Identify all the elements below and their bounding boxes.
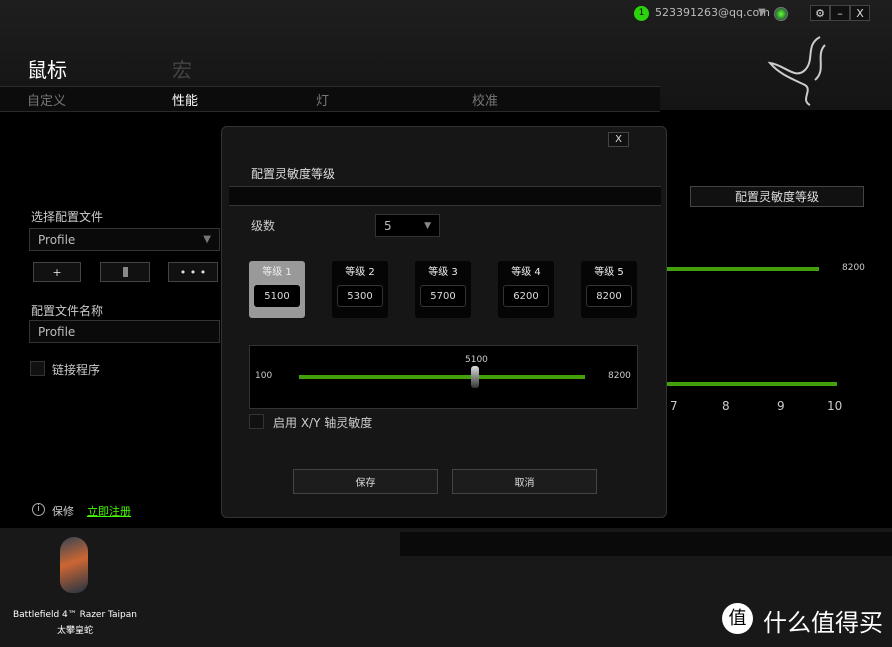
levels-select[interactable]: 5 ▼ xyxy=(375,214,440,237)
profile-name-label: 配置文件名称 xyxy=(31,304,104,318)
tick: 9 xyxy=(777,399,785,413)
level-value-input[interactable]: 8200 xyxy=(586,285,632,307)
account-email[interactable]: 523391263@qq.com xyxy=(655,6,770,19)
sensitivity-max: 8200 xyxy=(842,263,865,273)
profile-select-value: Profile xyxy=(38,232,76,247)
xy-sensitivity-label: 启用 X/Y 轴灵敏度 xyxy=(273,416,373,430)
more-button[interactable]: • • • xyxy=(168,262,218,282)
level-1[interactable]: 等级 1 5100 xyxy=(249,261,305,318)
device-bar-divider xyxy=(400,532,892,556)
levels-label: 级数 xyxy=(251,219,276,233)
level-label: 等级 4 xyxy=(511,267,541,278)
level-4[interactable]: 等级 4 6200 xyxy=(498,261,554,318)
profile-name-input[interactable]: Profile xyxy=(29,320,220,343)
save-button[interactable]: 保存 xyxy=(293,469,438,494)
tab-performance[interactable]: 性能 xyxy=(172,90,198,109)
mouse-image[interactable] xyxy=(60,537,88,593)
watermark-text: 什么值得买 xyxy=(763,609,883,637)
info-icon: i xyxy=(32,503,45,516)
profile-select[interactable]: Profile ▼ xyxy=(29,228,220,251)
level-3[interactable]: 等级 3 5700 xyxy=(415,261,471,318)
gear-icon[interactable]: ⚙ xyxy=(810,5,830,21)
tab-macro[interactable]: 宏 xyxy=(172,54,192,83)
add-profile-button[interactable]: + xyxy=(33,262,81,282)
sensitivity-dialog xyxy=(221,126,667,518)
register-link[interactable]: 立即注册 xyxy=(87,503,131,519)
tick: 10 xyxy=(827,399,843,413)
sub-tab-bar xyxy=(0,86,660,112)
level-value-input[interactable]: 6200 xyxy=(503,285,549,307)
link-program-label: 链接程序 xyxy=(52,363,101,377)
trash-icon xyxy=(122,267,128,277)
dpi-slider-track[interactable] xyxy=(299,375,585,379)
tab-mouse[interactable]: 鼠标 xyxy=(27,54,67,83)
dialog-title: 配置灵敏度等级 xyxy=(251,167,336,181)
device-name: Battlefield 4™ Razer Taipan xyxy=(12,610,137,620)
delete-profile-button[interactable] xyxy=(100,262,150,282)
watermark-logo-icon: 值 xyxy=(722,603,753,634)
tick: 8 xyxy=(722,399,730,413)
level-label: 等级 2 xyxy=(345,267,375,278)
configure-sensitivity-button[interactable]: 配置灵敏度等级 xyxy=(690,186,864,207)
razer-logo-icon xyxy=(767,36,826,106)
level-label: 等级 3 xyxy=(428,267,458,278)
chevron-down-icon: ▼ xyxy=(203,234,211,245)
cancel-button[interactable]: 取消 xyxy=(452,469,597,494)
chevron-down-icon: ▼ xyxy=(424,220,431,231)
sensitivity-bar-2 xyxy=(667,382,837,386)
dialog-close-button[interactable]: X xyxy=(608,132,629,147)
close-button[interactable]: X xyxy=(850,5,870,21)
slider-value: 5100 xyxy=(465,355,488,365)
level-value-input[interactable]: 5100 xyxy=(254,285,300,307)
select-profile-label: 选择配置文件 xyxy=(31,210,104,224)
tab-calibration[interactable]: 校准 xyxy=(472,90,498,109)
tab-lighting[interactable]: 灯 xyxy=(316,90,329,109)
tab-customize[interactable]: 自定义 xyxy=(27,90,66,109)
tick: 7 xyxy=(670,399,678,413)
dpi-slider-handle[interactable] xyxy=(471,366,479,388)
sensitivity-bar xyxy=(667,267,819,271)
level-label: 等级 1 xyxy=(262,267,292,278)
level-value-input[interactable]: 5700 xyxy=(420,285,466,307)
account-dropdown-icon[interactable]: ▼ xyxy=(758,7,766,18)
level-label: 等级 5 xyxy=(594,267,624,278)
level-5[interactable]: 等级 5 8200 xyxy=(581,261,637,318)
xy-sensitivity-checkbox[interactable] xyxy=(249,414,264,429)
warranty-label: 保修 xyxy=(52,505,74,518)
level-2[interactable]: 等级 2 5300 xyxy=(332,261,388,318)
minimize-button[interactable]: – xyxy=(830,5,850,21)
device-name-cn: 太攀皇蛇 xyxy=(56,626,93,636)
level-value-input[interactable]: 5300 xyxy=(337,285,383,307)
notification-badge[interactable]: 1 xyxy=(634,6,649,21)
slider-max: 8200 xyxy=(608,371,631,381)
levels-value: 5 xyxy=(384,218,392,233)
dialog-divider xyxy=(229,186,661,206)
link-program-checkbox[interactable] xyxy=(30,361,45,376)
status-icon[interactable] xyxy=(774,7,788,21)
slider-min: 100 xyxy=(255,371,273,381)
